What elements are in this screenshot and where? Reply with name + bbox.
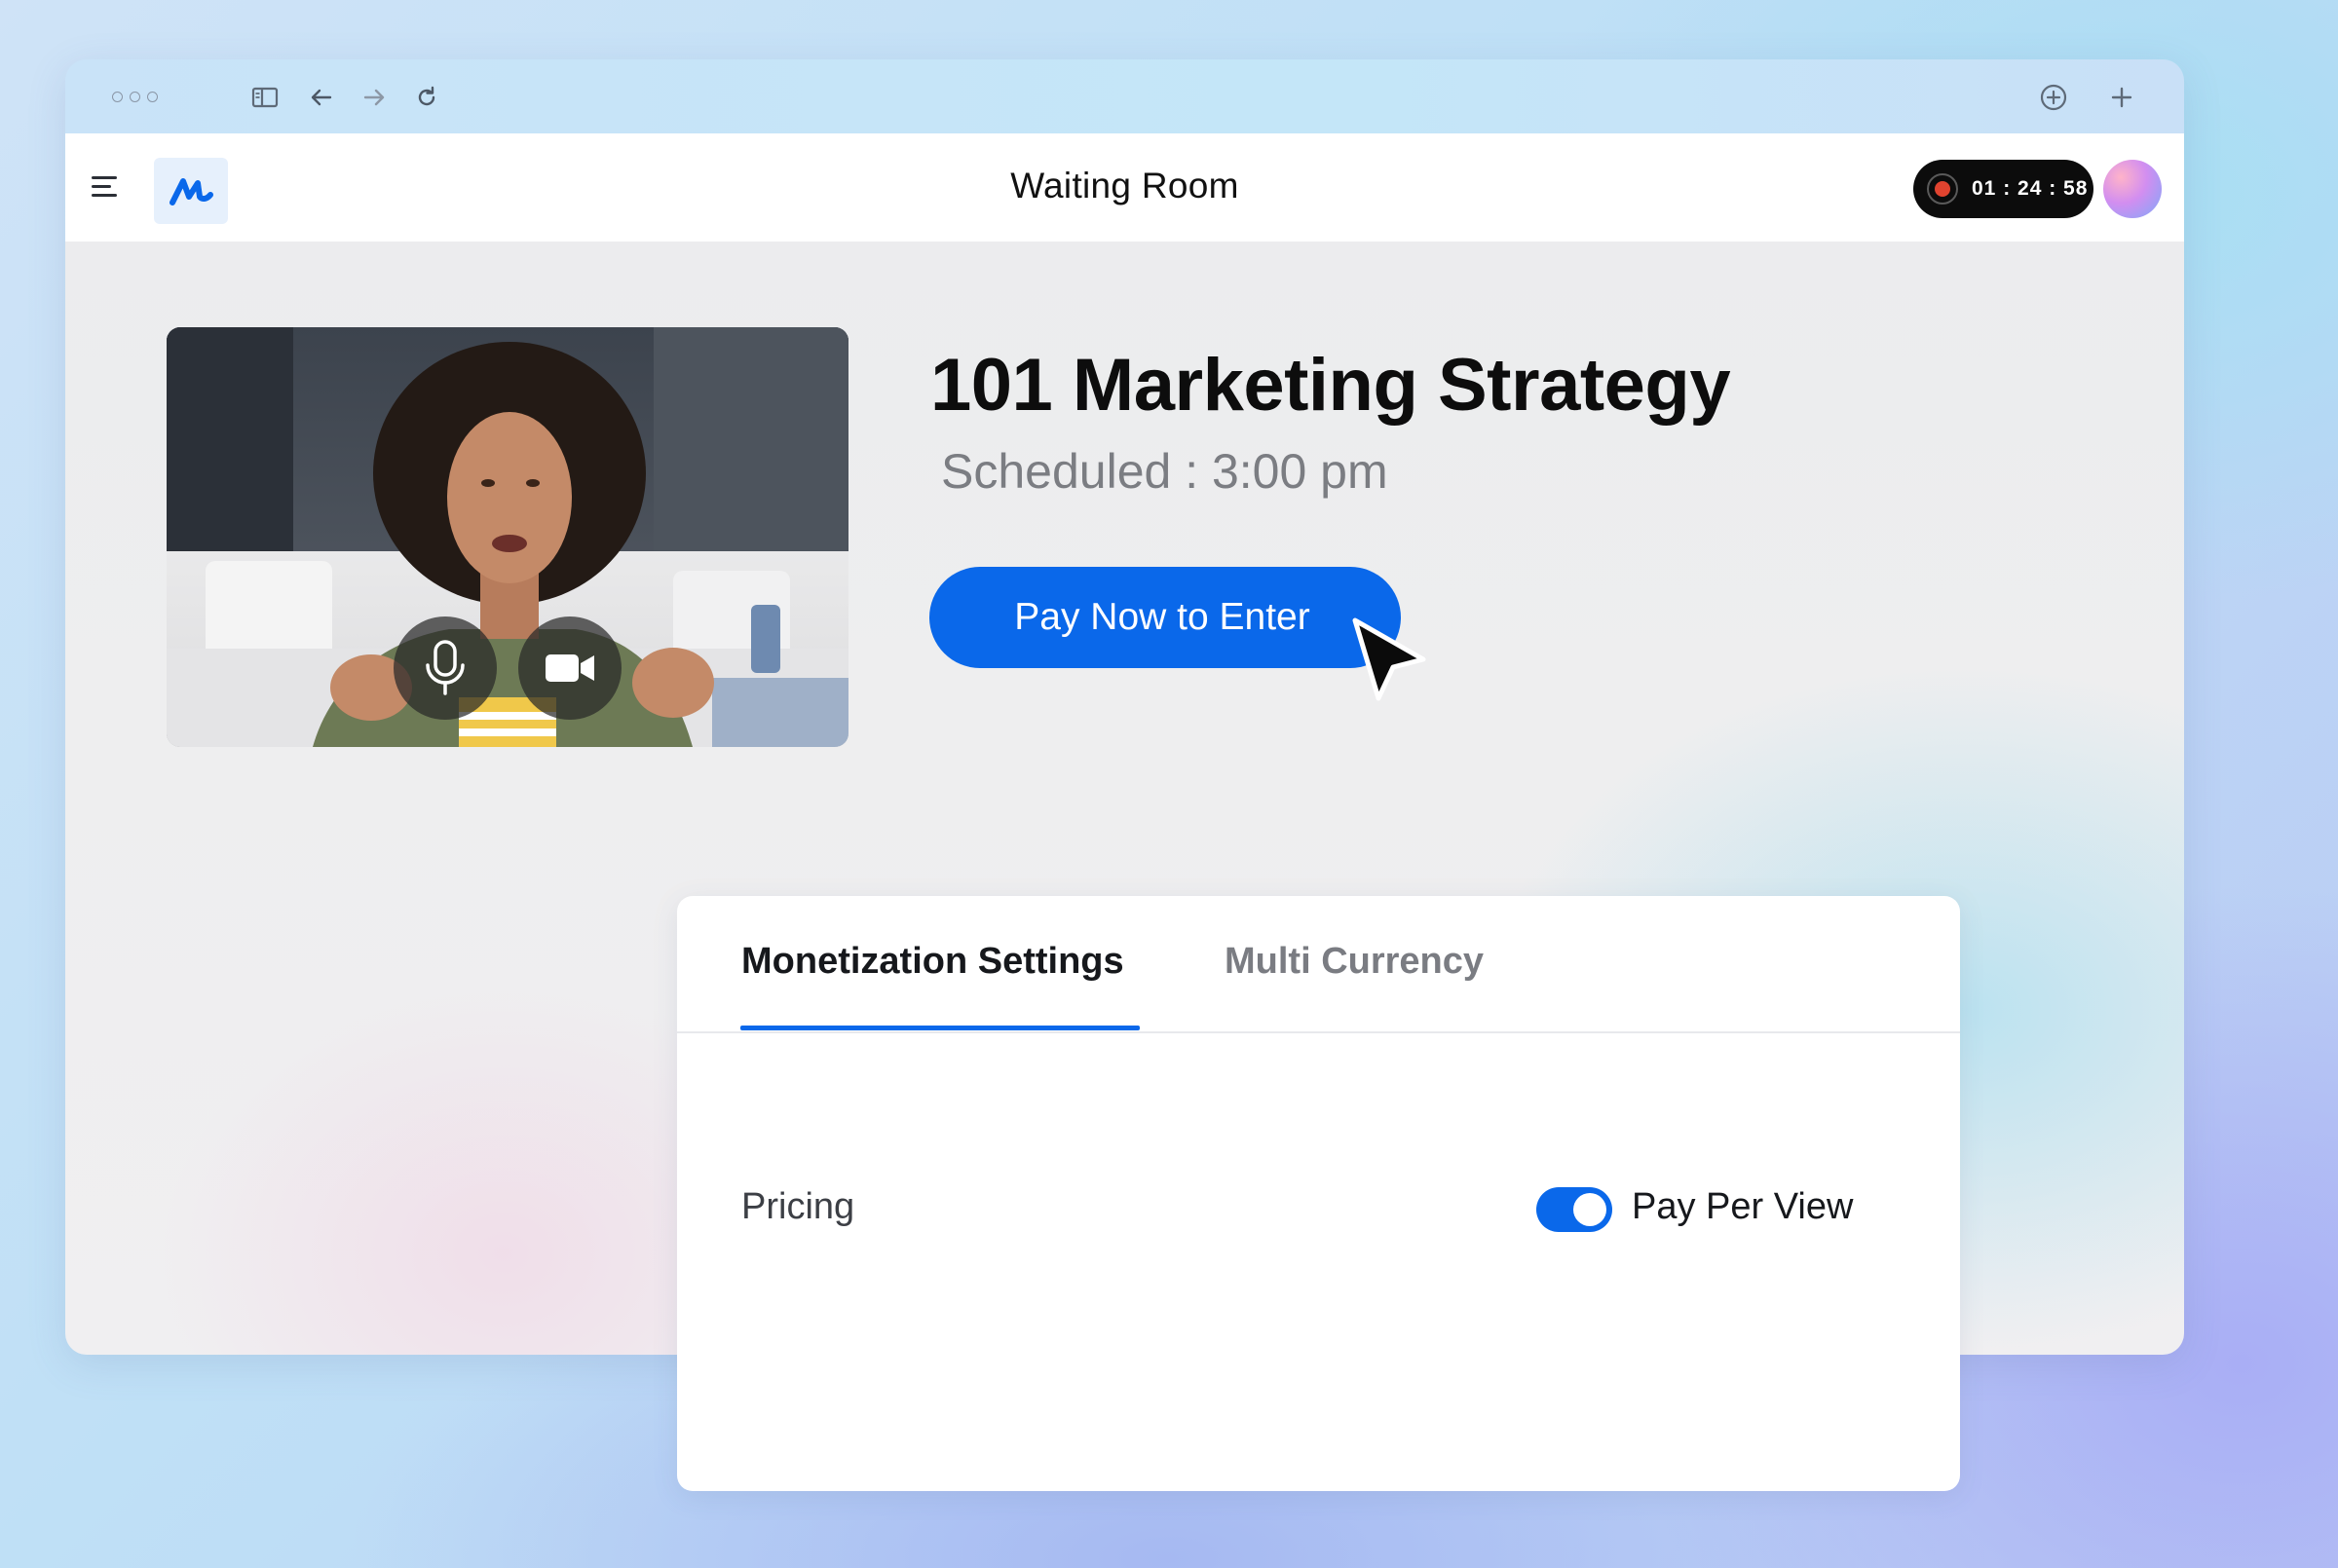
video-preview (167, 327, 848, 747)
window-close-dot[interactable] (112, 92, 123, 102)
download-circle-icon[interactable] (2039, 83, 2068, 112)
scheduled-time: Scheduled : 3:00 pm (941, 444, 1388, 499)
browser-toolbar (65, 59, 2184, 133)
back-arrow-icon[interactable] (307, 83, 336, 112)
forward-arrow-icon[interactable] (359, 83, 389, 112)
recording-timer[interactable]: 01 : 24 : 58 (1913, 160, 2093, 218)
page-title: Waiting Room (1010, 166, 1239, 205)
app-header: Waiting Room 01 : 24 : 58 (65, 133, 2184, 242)
window-controls[interactable] (112, 92, 158, 102)
new-tab-plus-icon[interactable] (2107, 83, 2136, 112)
microphone-toggle-button[interactable] (394, 616, 497, 720)
toggle-knob (1573, 1193, 1606, 1226)
sidebar-toggle-icon[interactable] (250, 83, 280, 112)
monetization-settings-card: Monetization Settings Multi Currency Pri… (677, 896, 1960, 1491)
window-minimize-dot[interactable] (130, 92, 140, 102)
pay-per-view-label: Pay Per View (1632, 1186, 1854, 1227)
pricing-label: Pricing (741, 1186, 855, 1227)
reload-icon[interactable] (412, 83, 441, 112)
microphone-icon (426, 640, 465, 695)
record-icon (1927, 173, 1958, 205)
camera-toggle-button[interactable] (518, 616, 622, 720)
tab-monetization-settings[interactable]: Monetization Settings (741, 941, 1124, 983)
presenter-video-image (167, 327, 848, 747)
pay-now-button[interactable]: Pay Now to Enter (929, 567, 1401, 668)
settings-tabs: Monetization Settings Multi Currency (677, 896, 1960, 1033)
timer-value: 01 : 24 : 58 (1972, 177, 2089, 200)
pay-per-view-toggle[interactable] (1536, 1187, 1612, 1232)
avatar[interactable] (2103, 160, 2162, 218)
video-camera-icon (546, 654, 594, 682)
active-tab-indicator (740, 1026, 1140, 1030)
tab-multi-currency[interactable]: Multi Currency (1225, 941, 1484, 983)
window-zoom-dot[interactable] (147, 92, 158, 102)
event-title: 101 Marketing Strategy (930, 344, 1731, 427)
